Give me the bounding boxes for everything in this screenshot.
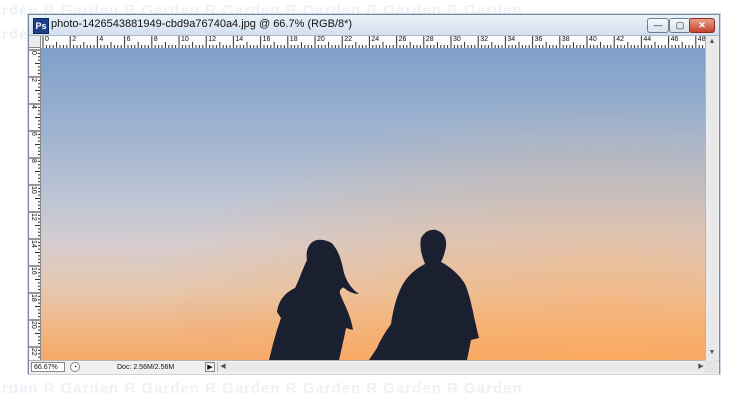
status-indicator-icon[interactable]: ◔ — [70, 362, 80, 372]
ruler-tick-label: 10 — [181, 36, 189, 43]
title-bar[interactable]: Ps photo-1426543881949-cbd9a76740a4.jpg … — [29, 15, 719, 36]
ruler-tick-label: 22 — [344, 36, 352, 43]
ruler-tick-label: 44 — [643, 36, 652, 43]
status-menu-arrow-icon[interactable]: ▶ — [205, 362, 215, 372]
ruler-tick-label: 8 — [153, 36, 158, 43]
ruler-tick-label: 12 — [208, 36, 216, 43]
zoom-level-field[interactable]: 66.67% — [31, 362, 65, 372]
window-title: photo-1426543881949-cbd9a76740a4.jpg @ 6… — [51, 18, 353, 30]
ruler-tick-label: 36 — [534, 36, 543, 43]
close-button[interactable]: ✕ — [689, 18, 715, 33]
minimize-button[interactable]: — — [647, 18, 669, 33]
ruler-origin[interactable] — [29, 36, 41, 48]
ruler-tick-label: 22 — [30, 348, 37, 356]
horizontal-scrollbar[interactable]: ◀ ▶ — [217, 362, 717, 372]
ruler-tick-label: 16 — [262, 36, 271, 43]
ruler-tick-label: 6 — [126, 36, 131, 43]
document-size-info: Doc: 2.56M/2.56M — [117, 364, 175, 371]
ruler-tick-label: 38 — [561, 36, 570, 43]
ruler-tick-label: 32 — [480, 36, 488, 43]
watermark-text: Garden R Garden R Garden R Garden R Gard… — [0, 380, 523, 397]
ruler-tick-label: 2 — [30, 78, 37, 82]
man-silhouette — [369, 229, 479, 360]
ruler-tick-label: 20 — [317, 36, 325, 43]
document-window: Ps photo-1426543881949-cbd9a76740a4.jpg … — [28, 14, 720, 374]
status-bar: 66.67% ◔ Doc: 2.56M/2.56M ▶ ◀ ▶ — [29, 360, 719, 374]
scroll-up-arrow-icon[interactable]: ▲ — [706, 36, 718, 48]
ruler-tick-label: 24 — [371, 36, 380, 43]
ruler-tick-label: 4 — [99, 36, 104, 43]
ruler-tick-label: 30 — [453, 36, 461, 43]
maximize-button[interactable]: ▢ — [669, 18, 691, 33]
ruler-tick-label: 28 — [425, 36, 434, 43]
ruler-tick-label: 0 — [45, 36, 49, 43]
ruler-tick-label: 18 — [289, 36, 298, 43]
ruler-tick-label: 6 — [30, 132, 37, 136]
ruler-tick-label: 34 — [507, 36, 516, 43]
image-canvas[interactable] — [41, 48, 705, 360]
ruler-tick-label: 4 — [30, 105, 37, 109]
ruler-tick-label: 2 — [72, 36, 77, 43]
ruler-tick-label: 48 — [697, 36, 705, 43]
scroll-left-arrow-icon[interactable]: ◀ — [218, 362, 228, 372]
couple-silhouette — [269, 229, 479, 360]
photoshop-icon: Ps — [33, 18, 49, 34]
ruler-tick-label: 20 — [30, 321, 37, 329]
ruler-tick-label: 8 — [30, 159, 37, 163]
scroll-down-arrow-icon[interactable]: ▼ — [706, 347, 718, 359]
vertical-scrollbar[interactable]: ▲ ▼ — [705, 36, 718, 360]
ruler-tick-label: 14 — [235, 36, 244, 43]
ruler-tick-label: 14 — [30, 240, 37, 248]
ruler-tick-label: 40 — [589, 36, 597, 43]
resize-grip[interactable] — [705, 360, 718, 373]
ruler-tick-label: 26 — [398, 36, 407, 43]
ruler-tick-label: 0 — [30, 51, 37, 55]
vertical-ruler[interactable]: 0 2 4 6 8 10 12 14 16 18 20 22 — [29, 48, 41, 360]
ruler-tick-label: 16 — [30, 267, 37, 275]
ruler-tick-label: 12 — [30, 213, 37, 221]
ruler-tick-label: 10 — [30, 186, 37, 194]
ruler-tick-label: 42 — [616, 36, 624, 43]
ruler-tick-label: 46 — [670, 36, 679, 43]
ruler-tick-label: 18 — [30, 294, 37, 302]
